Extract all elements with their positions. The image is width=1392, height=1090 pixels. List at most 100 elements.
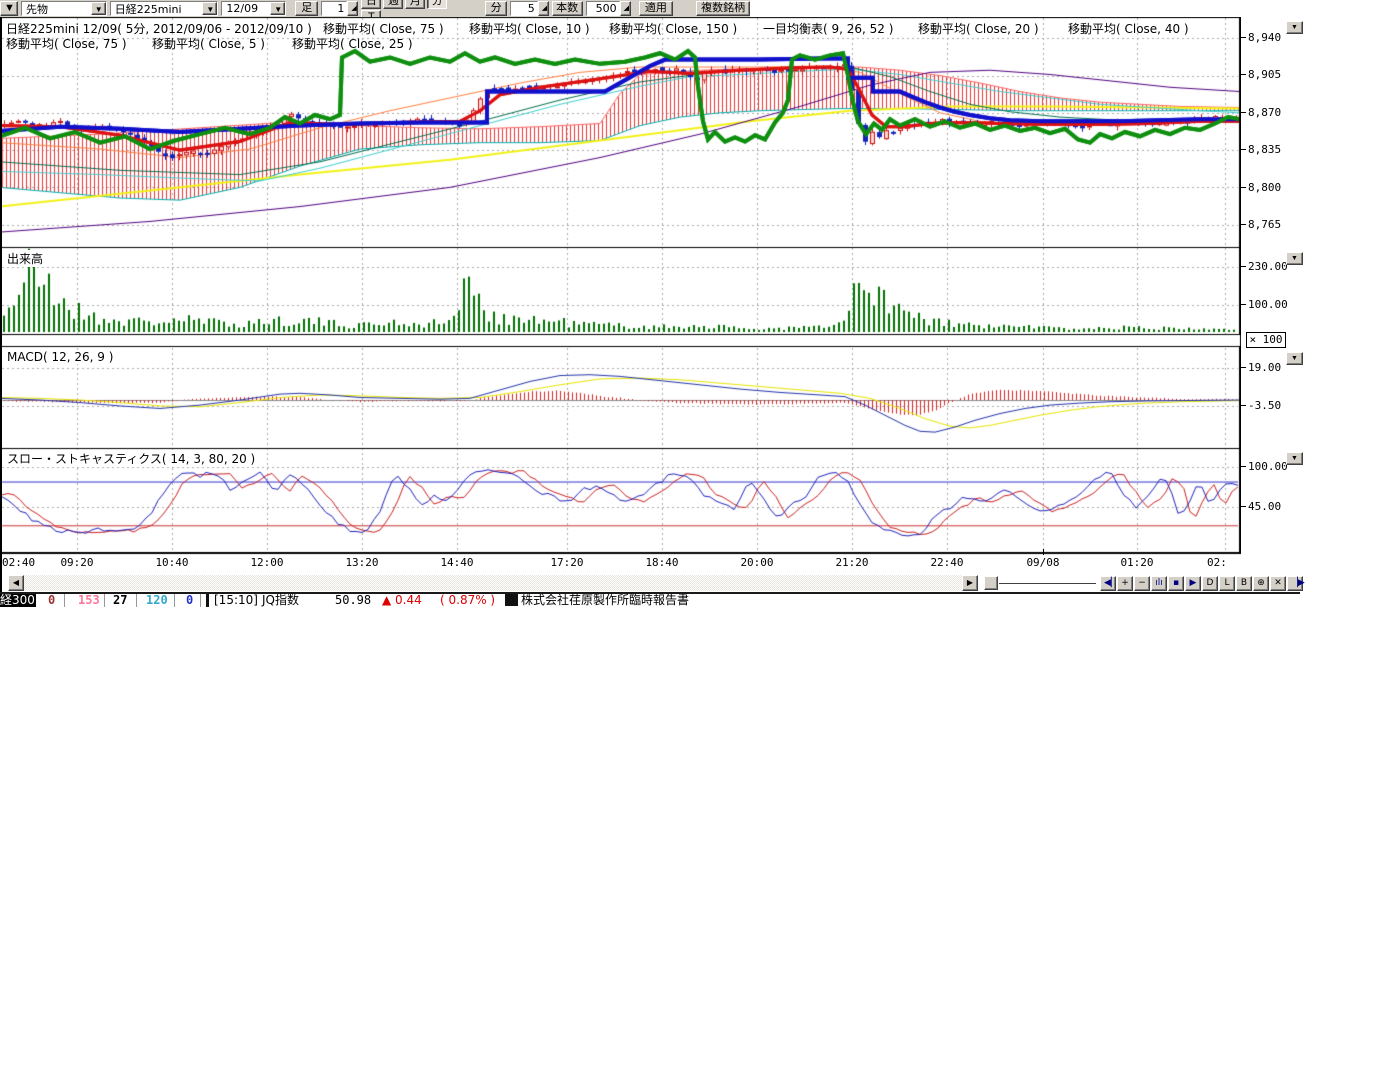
ytick-price: 8,940	[1248, 31, 1281, 44]
mini-slider-track[interactable]	[999, 583, 1096, 584]
legend-item: 移動平均( Close, 40 )	[1068, 20, 1189, 37]
tick-label: 8,940	[1248, 31, 1281, 44]
xtick: 14:40	[440, 556, 473, 569]
scroll-right-end-icon[interactable]: ▕▶	[1287, 576, 1303, 591]
divider	[200, 594, 201, 607]
play-icon[interactable]: ▶	[1185, 576, 1201, 591]
legend-item: 移動平均( Close, 20 )	[918, 20, 1039, 37]
ytick-price: 8,835	[1248, 143, 1281, 156]
chart-nav-buttons: ◀▏+−ılı▪▶DLB⊕✕▕▶	[1100, 576, 1304, 591]
tick-mark	[1240, 466, 1246, 467]
tick-mark	[1240, 112, 1246, 113]
dot-view-icon[interactable]: ▪	[1168, 576, 1184, 591]
news-ticker-text: 株式会社荏原製作所臨時報告書	[521, 594, 689, 606]
chart-canvas[interactable]	[0, 17, 1241, 555]
ytick-price: 8,800	[1248, 181, 1281, 194]
magnify-icon[interactable]: ⊕	[1253, 576, 1269, 591]
legend-item: 移動平均( Close, 10 )	[469, 20, 590, 37]
index-change: ▲ 0.44	[382, 594, 422, 606]
market-stat-value: 0	[186, 594, 193, 606]
market-stat-value: 0	[48, 594, 55, 606]
tick-label: 8,870	[1248, 106, 1281, 119]
ytick-price: 8,870	[1248, 106, 1281, 119]
scrollbar-left-arrow[interactable]: ◀	[8, 575, 24, 591]
legend-item: 一目均衡表( 9, 26, 52 )	[763, 20, 893, 37]
pane-scale-dropdown-icon[interactable]: ▼	[1286, 452, 1303, 465]
horizontal-scrollbar-track[interactable]	[24, 575, 962, 591]
xtick: 20:00	[740, 556, 773, 569]
xtick: 22:40	[930, 556, 963, 569]
market-stat-value: 153	[78, 594, 100, 606]
ytick-price: 8,905	[1248, 68, 1281, 81]
macd-pane-label: MACD( 12, 26, 9 )	[5, 350, 115, 364]
tick-mark	[1240, 74, 1246, 75]
zoom-in-icon[interactable]: +	[1117, 576, 1133, 591]
xtick: 21:20	[835, 556, 868, 569]
market-stat-value: 120	[146, 594, 168, 606]
index-value: 50.98	[335, 594, 371, 606]
pane-scale-dropdown-icon[interactable]: ▼	[1286, 252, 1303, 265]
tick-label: 45.00	[1248, 500, 1281, 513]
mode-l-icon[interactable]: L	[1219, 576, 1235, 591]
mini-slider-thumb[interactable]	[984, 576, 998, 590]
index-name: JQ指数	[262, 594, 299, 606]
xtick: 02:40	[2, 556, 35, 569]
divider	[136, 594, 137, 607]
volume-pane-label: 出来高	[5, 250, 45, 267]
pane-scale-dropdown-icon[interactable]: ▼	[1286, 21, 1303, 34]
news-icon	[505, 594, 518, 606]
chart-region: 日経225mini 12/09( 5分, 2012/09/06 - 2012/0…	[0, 0, 1392, 620]
xtick: 13:20	[345, 556, 378, 569]
xtick: 10:40	[155, 556, 188, 569]
window-left-border	[0, 17, 2, 606]
stochastic-pane-label: スロー・ストキャスティクス( 14, 3, 80, 20 )	[5, 450, 257, 467]
divider	[206, 594, 209, 607]
ytick-macd: -3.50	[1248, 399, 1281, 412]
tick-mark	[1240, 304, 1246, 305]
tick-mark	[1240, 224, 1246, 225]
ytick-volume: 100.00	[1248, 298, 1288, 311]
legend-item: 移動平均( Close, 75 )	[6, 35, 127, 52]
bars-view-icon[interactable]: ılı	[1151, 576, 1167, 591]
mode-d-icon[interactable]: D	[1202, 576, 1218, 591]
ytick-volume: 230.00	[1248, 260, 1288, 273]
xtick: 02:	[1207, 556, 1227, 569]
index-time: [15:10]	[214, 594, 258, 606]
tick-mark	[1240, 149, 1246, 150]
ticker-name-box: 経300	[0, 594, 36, 607]
tick-label: 8,800	[1248, 181, 1281, 194]
bottom-scroll-row: ◀ ▶ ◀▏+−ılı▪▶DLB⊕✕▕▶	[0, 575, 1310, 592]
ytick-macd: 19.00	[1248, 361, 1281, 374]
tick-label: 100.00	[1248, 460, 1288, 473]
tick-mark	[1240, 405, 1246, 406]
legend-item: 移動平均( Close, 150 )	[609, 20, 737, 37]
zoom-out-icon[interactable]: −	[1134, 576, 1150, 591]
volume-multiplier-badge: × 100	[1246, 332, 1286, 348]
tick-label: 8,905	[1248, 68, 1281, 81]
tick-mark	[1240, 187, 1246, 188]
status-bar: 経300 0153271200 [15:10] JQ指数 50.98 ▲ 0.4…	[0, 592, 1300, 607]
tick-label: -3.50	[1248, 399, 1281, 412]
scroll-left-end-icon[interactable]: ◀▏	[1100, 576, 1116, 591]
mode-b-icon[interactable]: B	[1236, 576, 1252, 591]
xtick: 09/08	[1026, 556, 1059, 569]
scrollbar-right-arrow[interactable]: ▶	[962, 575, 978, 591]
legend-item: 移動平均( Close, 25 )	[292, 35, 413, 52]
xtick: 12:00	[250, 556, 283, 569]
divider	[174, 594, 175, 607]
tick-label: 8,835	[1248, 143, 1281, 156]
tick-mark	[1240, 37, 1246, 38]
ytick-stochastic: 100.00	[1248, 460, 1288, 473]
divider	[64, 594, 65, 607]
ytick-stochastic: 45.00	[1248, 500, 1281, 513]
pane-scale-dropdown-icon[interactable]: ▼	[1286, 352, 1303, 365]
xtick: 18:40	[645, 556, 678, 569]
tick-label: 100.00	[1248, 298, 1288, 311]
delete-x-icon[interactable]: ✕	[1270, 576, 1286, 591]
tick-mark	[1240, 266, 1246, 267]
xtick: 01:20	[1120, 556, 1153, 569]
tick-mark	[1240, 367, 1246, 368]
divider	[104, 594, 105, 607]
legend-item: 移動平均( Close, 5 )	[152, 35, 265, 52]
ytick-price: 8,765	[1248, 218, 1281, 231]
